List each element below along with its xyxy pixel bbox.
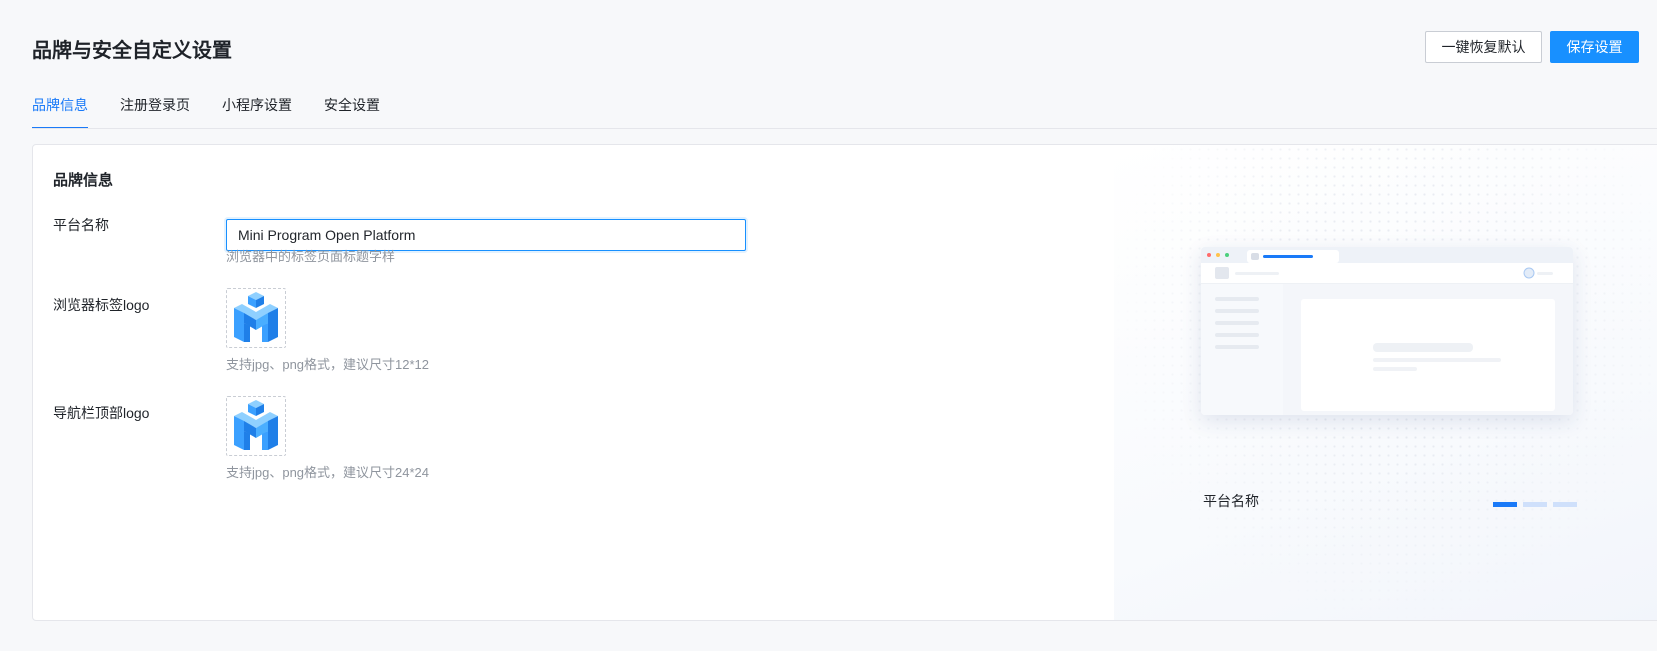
preview-browser-mockup <box>1201 247 1573 415</box>
reset-defaults-button[interactable]: 一键恢复默认 <box>1425 31 1542 63</box>
platform-name-label: 平台名称 <box>53 217 109 233</box>
tab-register-login[interactable]: 注册登录页 <box>120 96 190 129</box>
browser-logo-label: 浏览器标签logo <box>53 297 150 313</box>
preview-caption: 平台名称 <box>1203 493 1259 509</box>
settings-tabs: 品牌信息 注册登录页 小程序设置 安全设置 <box>32 96 412 129</box>
browser-mockup-illustration <box>1201 247 1573 415</box>
nav-logo-upload[interactable] <box>226 396 286 456</box>
tab-security[interactable]: 安全设置 <box>324 96 380 129</box>
section-title: 品牌信息 <box>53 172 114 189</box>
tab-mini-program[interactable]: 小程序设置 <box>222 96 292 129</box>
m-logo-icon <box>234 400 278 450</box>
carousel-dot-1[interactable] <box>1493 502 1517 507</box>
nav-logo-help: 支持jpg、png格式，建议尺寸24*24 <box>226 465 430 480</box>
brand-info-card: 品牌信息 平台名称 浏览器中的标签页面标题字样 浏览器标签logo 支持jpg、… <box>32 144 1657 621</box>
browser-logo-upload[interactable] <box>226 288 286 348</box>
browser-logo-help: 支持jpg、png格式，建议尺寸12*12 <box>226 357 430 372</box>
carousel-dot-3[interactable] <box>1553 502 1577 507</box>
tabs-divider <box>32 128 1657 129</box>
carousel-dot-2[interactable] <box>1523 502 1547 507</box>
m-logo-icon <box>234 292 278 342</box>
page-header: 品牌与安全自定义设置 一键恢复默认 保存设置 <box>0 0 1657 95</box>
page-title: 品牌与安全自定义设置 <box>32 40 232 62</box>
save-settings-button[interactable]: 保存设置 <box>1550 31 1639 63</box>
tab-brand-info[interactable]: 品牌信息 <box>32 96 88 129</box>
platform-name-help: 浏览器中的标签页面标题字样 <box>226 249 396 264</box>
nav-logo-label: 导航栏顶部logo <box>53 405 150 421</box>
preview-carousel-indicator <box>1493 502 1577 507</box>
